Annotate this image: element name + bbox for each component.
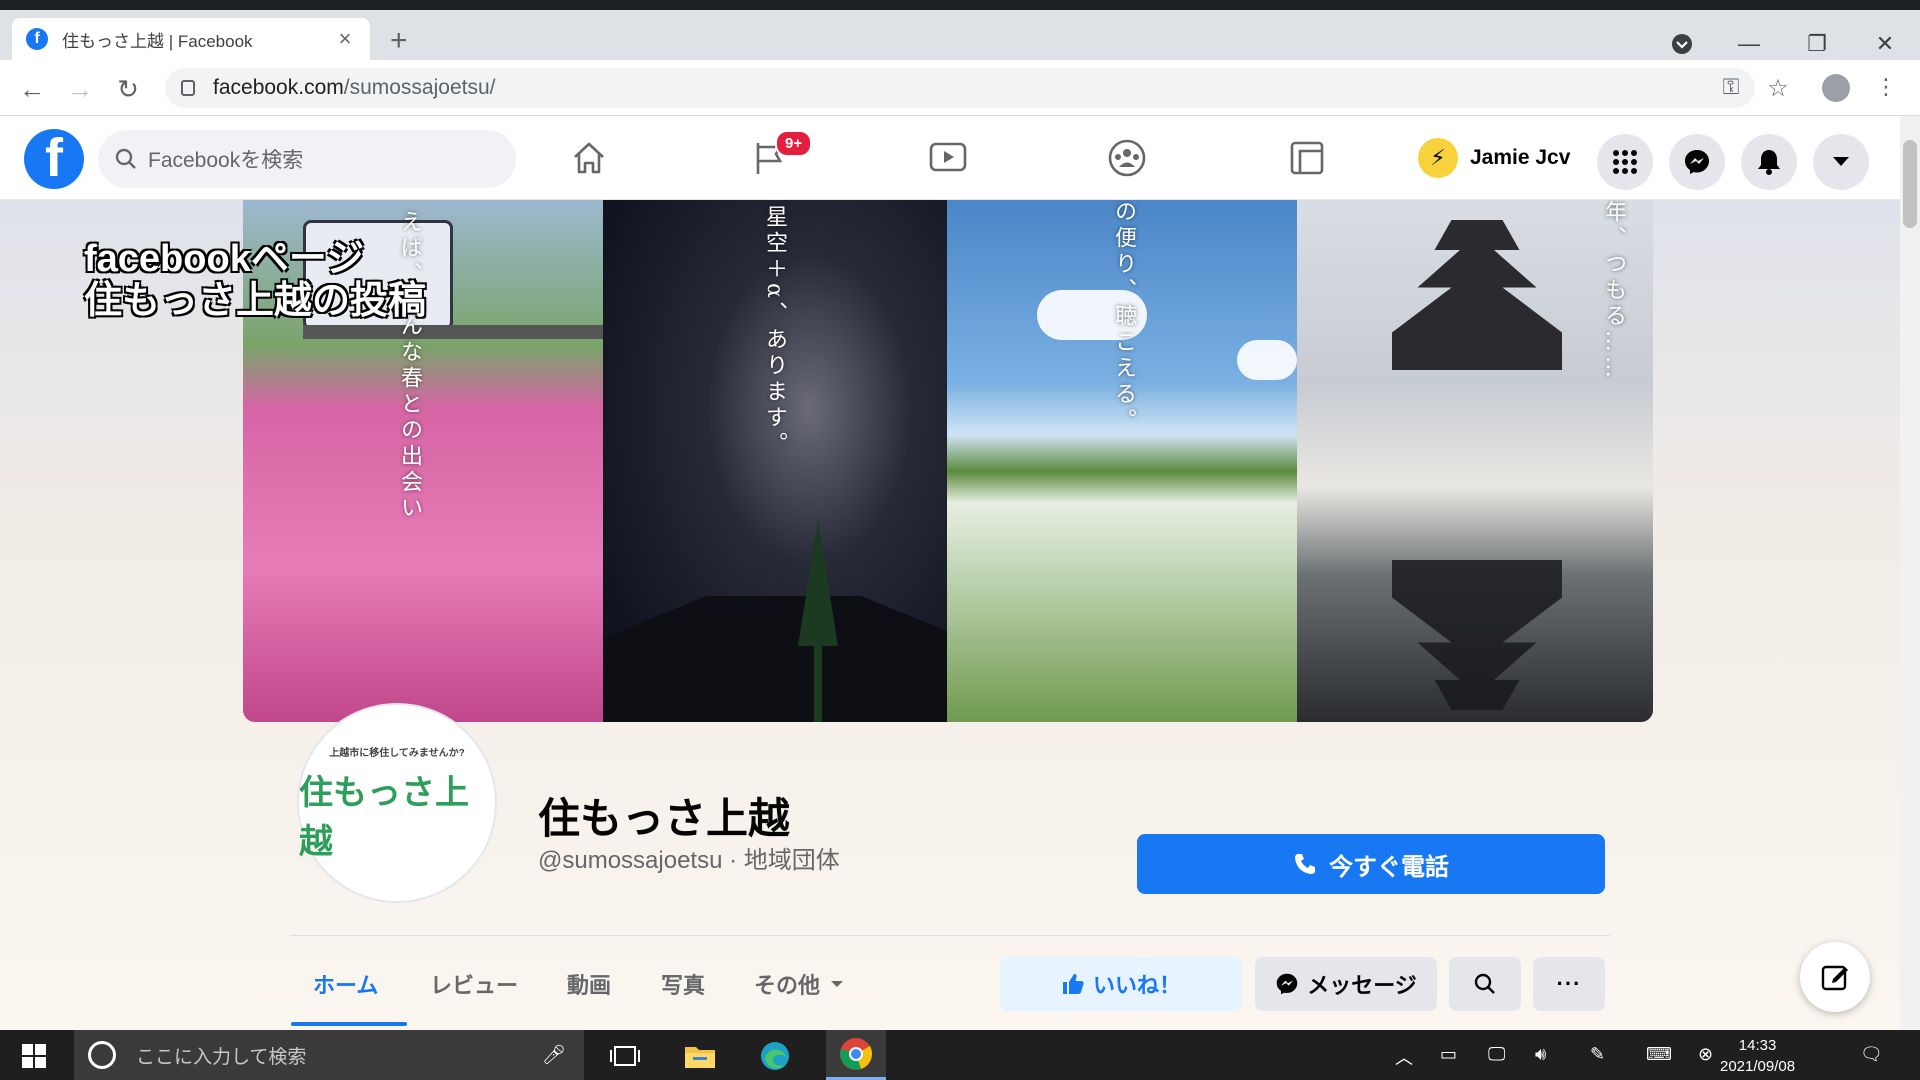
pen-icon[interactable]: ✎ [1590, 1044, 1605, 1065]
network-icon[interactable]: 🖵︎ [1488, 1044, 1505, 1065]
browser-toolbar: ← → ↻ facebook.com/sumossajoetsu/ ⚿ ☆ ⋮ [0, 60, 1920, 116]
user-profile-chip[interactable]: ⚡ Jamie Jcv [1418, 138, 1570, 178]
chrome-browser-icon[interactable] [826, 1030, 886, 1080]
facebook-header: f Facebookを検索 ⚡ Jamie Jcv [0, 116, 1900, 200]
like-label: いいね！ [1092, 973, 1181, 998]
ime-off-icon[interactable]: ⊗ [1698, 1044, 1713, 1065]
page-scrollbar[interactable] [1900, 116, 1920, 1030]
battery-icon[interactable]: ▭ [1440, 1044, 1457, 1065]
search-icon [1474, 973, 1495, 994]
tab-home[interactable]: ホーム [313, 968, 378, 1000]
password-key-icon[interactable]: ⚿ [1715, 74, 1747, 100]
browser-menu-icon[interactable]: ⋮ [1870, 74, 1902, 100]
tab-title: 住もっさ上越 | Facebook [62, 31, 253, 51]
call-now-button[interactable]: 今すぐ電話 [1137, 834, 1605, 894]
tab-reviews[interactable]: レビュー [430, 968, 518, 1000]
more-options-button[interactable]: ··· [1533, 957, 1605, 1011]
forward-arrow-icon[interactable]: → [64, 74, 96, 105]
url-text: facebook.com/sumossajoetsu/ [213, 76, 496, 99]
clock-date: 2021/09/08 [1720, 1058, 1796, 1075]
taskbar-clock[interactable]: 14:33 2021/09/08 [1720, 1035, 1795, 1077]
action-center-icon[interactable]: 🗨︎ [1860, 1044, 1883, 1065]
notifications-bell-icon[interactable] [1741, 134, 1797, 190]
divider [290, 935, 1610, 936]
account-dropdown-icon[interactable] [1813, 134, 1869, 190]
new-message-compose-icon[interactable] [1800, 942, 1870, 1012]
profile-logo-small-text: 上越市に移住してみませんか? [329, 747, 465, 759]
gaming-nav-icon[interactable] [1283, 136, 1331, 180]
menu-grid-icon[interactable] [1597, 134, 1653, 190]
reload-icon[interactable]: ↻ [112, 74, 144, 105]
cover-panel-castle: 年、つもる…… [1297, 200, 1653, 722]
cover-caption-2: 星空＋α、あります。 [762, 205, 787, 458]
overlay-line-1: facebookページ [84, 238, 365, 280]
windows-taskbar: ここに入力して検索 🎤︎ ︿ ▭ 🖵︎ 🔊︎ ✎ ⌨ ⊗ 14:33 2021/… [0, 1030, 1920, 1080]
watch-video-nav-icon[interactable] [924, 136, 972, 180]
like-page-button[interactable]: いいね！ [1000, 957, 1242, 1011]
edge-browser-icon[interactable] [755, 1040, 795, 1072]
tab-more[interactable]: その他 [754, 968, 844, 1000]
cover-panel-field: の便り、聴こえる。 [947, 200, 1297, 722]
search-placeholder: Facebookを検索 [148, 149, 304, 172]
home-nav-icon[interactable] [565, 136, 613, 180]
cover-caption-3: の便り、聴こえる。 [1111, 200, 1136, 434]
facebook-search-input[interactable]: Facebookを検索 [98, 130, 516, 188]
file-explorer-icon[interactable] [680, 1040, 720, 1072]
bookmark-star-icon[interactable]: ☆ [1762, 74, 1794, 103]
user-name: Jamie Jcv [1470, 146, 1571, 169]
back-arrow-icon[interactable]: ← [16, 74, 48, 105]
show-hidden-icons-chevron-icon[interactable]: ︿ [1395, 1044, 1413, 1070]
browser-tab-bar: f 住もっさ上越 | Facebook × + — ❐ ✕ [0, 10, 1920, 60]
thumbs-up-icon [1062, 974, 1084, 994]
tab-photos[interactable]: 写真 [661, 968, 705, 1000]
volume-icon[interactable]: 🔊︎ [1535, 1044, 1546, 1065]
address-bar[interactable]: facebook.com/sumossajoetsu/ [165, 68, 1755, 108]
groups-nav-icon[interactable] [1103, 136, 1151, 180]
page-search-button[interactable] [1449, 957, 1521, 1011]
message-label: メッセージ [1307, 973, 1417, 998]
tab-videos[interactable]: 動画 [567, 968, 611, 1000]
page-handle-category: @sumossajoetsu · 地域団体 [538, 847, 840, 874]
messenger-icon [1276, 973, 1298, 995]
phone-icon [1295, 854, 1315, 874]
profile-avatar-icon[interactable] [1822, 74, 1850, 102]
taskbar-search-placeholder: ここに入力して検索 [136, 1046, 307, 1068]
microphone-icon[interactable]: 🎤︎ [542, 1043, 566, 1067]
page-title: 住もっさ上越 [538, 795, 791, 842]
clock-time: 14:33 [1738, 1037, 1777, 1054]
window-top-strip [0, 0, 1920, 10]
video-overlay-caption: facebookページ 住もっさ上越の投稿 [84, 238, 426, 322]
facebook-favicon-icon: f [26, 28, 48, 50]
facebook-logo-icon[interactable]: f [24, 129, 84, 189]
scrollbar-thumb[interactable] [1903, 140, 1917, 228]
cover-panel-stars: 星空＋α、あります。 [603, 200, 947, 722]
new-tab-button[interactable]: + [390, 24, 408, 58]
caret-down-icon [831, 981, 844, 987]
message-button[interactable]: メッセージ [1255, 957, 1437, 1011]
lock-icon [181, 80, 195, 96]
task-view-icon[interactable] [605, 1040, 645, 1072]
search-icon [115, 148, 136, 169]
windows-start-icon[interactable] [22, 1044, 46, 1068]
overlay-line-2: 住もっさ上越の投稿 [84, 280, 427, 322]
profile-logo-big-text: 住もっさ上越 [299, 773, 469, 861]
taskbar-search-input[interactable]: ここに入力して検索 🎤︎ [74, 1030, 584, 1080]
user-avatar: ⚡ [1418, 138, 1458, 178]
close-tab-icon[interactable]: × [334, 26, 356, 52]
cover-caption-4: 年、つもる…… [1601, 200, 1626, 382]
active-tab-indicator [291, 1022, 407, 1026]
cortana-icon [88, 1041, 116, 1069]
keyboard-icon[interactable]: ⌨ [1646, 1044, 1672, 1065]
call-now-label: 今すぐ電話 [1329, 853, 1449, 881]
tab-more-label: その他 [754, 973, 821, 998]
messenger-icon[interactable] [1669, 134, 1725, 190]
profile-picture[interactable]: 上越市に移住してみませんか? 住もっさ上越 [297, 703, 497, 903]
browser-tab[interactable]: f 住もっさ上越 | Facebook × [12, 18, 370, 60]
cover-photo[interactable]: えば、こんな春との出会い 星空＋α、あります。 の便り、聴こえる。 年、つもる…… [243, 200, 1653, 722]
notification-badge: 9+ [775, 130, 813, 157]
page-content: えば、こんな春との出会い 星空＋α、あります。 の便り、聴こえる。 年、つもる…… [0, 200, 1900, 1030]
